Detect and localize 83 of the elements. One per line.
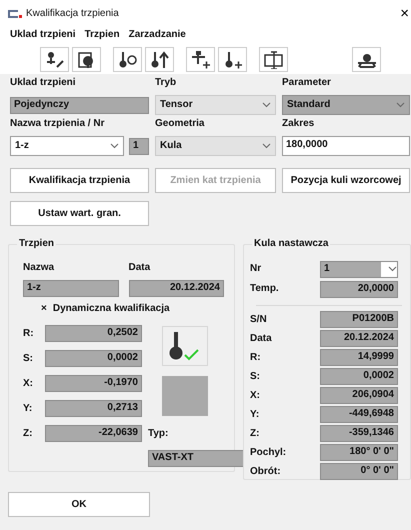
readonly-field: 20.12.2024 bbox=[128, 280, 224, 297]
action-button[interactable]: Pozycja kuli wzorcowej bbox=[282, 168, 410, 193]
field-label: S: bbox=[23, 352, 34, 364]
action-button[interactable]: Ustaw wart. gran. bbox=[10, 201, 149, 226]
field-label: Uklad trzpieni bbox=[10, 76, 77, 90]
readonly-field: -0,1970 bbox=[45, 375, 142, 392]
field-label: S/N bbox=[250, 314, 268, 326]
readonly-field: VAST-XT bbox=[148, 450, 244, 467]
toolbar-button[interactable] bbox=[352, 47, 381, 72]
option-label: Dynamiczna kwalifikacja bbox=[52, 303, 170, 315]
field-label: Z: bbox=[23, 428, 34, 440]
readonly-field: 206,0904 bbox=[320, 387, 398, 404]
dropdown[interactable]: 1-z bbox=[10, 136, 124, 156]
app-icon bbox=[8, 10, 22, 18]
dropdown[interactable]: Standard bbox=[282, 95, 410, 115]
toolbar-button[interactable] bbox=[218, 47, 247, 72]
field-label: Zakres bbox=[282, 117, 316, 131]
toolbar-button[interactable] bbox=[145, 47, 174, 72]
toolbar-button[interactable] bbox=[72, 47, 101, 72]
field-label: X: bbox=[250, 390, 261, 402]
readonly-field: 20,0000 bbox=[320, 280, 398, 298]
readonly-field: 0,2502 bbox=[45, 325, 142, 342]
dropdown[interactable]: 1 bbox=[320, 260, 398, 278]
field-label: X: bbox=[23, 378, 34, 390]
readonly-field: P01200B bbox=[320, 311, 398, 328]
ok-button[interactable]: OK bbox=[8, 492, 150, 517]
dropdown-icon[interactable] bbox=[110, 143, 119, 149]
readonly-field: 180° 0' 0" bbox=[320, 444, 398, 461]
cross-icon: × bbox=[41, 303, 47, 315]
readonly-field: 0,0002 bbox=[45, 350, 142, 367]
dropdown[interactable]: Tensor bbox=[155, 95, 276, 115]
readonly-field: 0,2713 bbox=[45, 400, 142, 417]
readonly-field: 0,0002 bbox=[320, 368, 398, 385]
field-label: S: bbox=[250, 370, 261, 382]
stylus-add-icon bbox=[190, 50, 210, 68]
field-label: Data bbox=[250, 332, 273, 344]
dropdown-icon[interactable] bbox=[262, 102, 271, 108]
stylus-rotate-icon bbox=[118, 50, 138, 68]
readonly-field: -359,1346 bbox=[320, 425, 398, 442]
readonly-field: 1-z bbox=[23, 280, 118, 297]
probe-image-placeholder bbox=[162, 376, 208, 416]
stylus-edit-icon bbox=[44, 50, 64, 68]
window-title: Kwalifikacja trzpienia bbox=[26, 8, 119, 20]
readonly-field: 0° 0' 0" bbox=[320, 463, 398, 480]
field-label: Pochyl: bbox=[250, 446, 288, 458]
close-button[interactable]: × bbox=[398, 6, 411, 21]
stylus-up-icon bbox=[150, 50, 170, 68]
menu-item[interactable]: Uklad trzpieni bbox=[10, 29, 76, 41]
dropdown-icon[interactable] bbox=[388, 266, 397, 272]
field-label: Y: bbox=[23, 402, 34, 414]
readonly-field: -449,6948 bbox=[320, 406, 398, 423]
stylus-plus-icon bbox=[222, 50, 242, 68]
number-field: 1 bbox=[129, 138, 149, 154]
readonly-field: 14,9999 bbox=[320, 349, 398, 366]
dropdown[interactable]: Kula bbox=[155, 136, 276, 156]
field-label: Tryb bbox=[155, 76, 178, 90]
field-label: Obrót: bbox=[250, 466, 282, 478]
field-label: Nazwa trzpienia / Nr bbox=[10, 117, 106, 131]
field-label: Typ: bbox=[147, 428, 170, 440]
action-button[interactable]: Kwalifikacja trzpienia bbox=[10, 168, 149, 193]
dropdown-icon[interactable] bbox=[262, 143, 271, 149]
readonly-field: 20.12.2024 bbox=[320, 330, 398, 347]
toolbar-button[interactable] bbox=[40, 47, 69, 72]
field-label: Data bbox=[128, 261, 152, 275]
frame-icon bbox=[264, 50, 284, 68]
field-label: Nr bbox=[250, 263, 262, 275]
field-label: R: bbox=[23, 328, 35, 340]
field-label: Nazwa bbox=[23, 261, 56, 275]
field-label: Temp. bbox=[250, 283, 280, 295]
readonly-field: Pojedynczy bbox=[10, 96, 149, 114]
toolbar-button[interactable] bbox=[113, 47, 142, 72]
field-label: Geometria bbox=[155, 117, 206, 131]
readonly-field: -22,0639 bbox=[45, 425, 142, 442]
toolbar-button[interactable] bbox=[186, 47, 215, 72]
field-label: Parameter bbox=[282, 76, 332, 90]
field-label: Y: bbox=[250, 408, 260, 420]
menu-item[interactable]: Zarzadzanie bbox=[128, 29, 186, 41]
menu-item[interactable]: Trzpien bbox=[84, 29, 120, 41]
group-title: Trzpien bbox=[17, 238, 56, 250]
field-label: Z: bbox=[250, 428, 260, 440]
toolbar-button[interactable] bbox=[259, 47, 288, 72]
input-field[interactable]: 180,0000 bbox=[282, 136, 410, 156]
field-label: R: bbox=[250, 352, 262, 364]
